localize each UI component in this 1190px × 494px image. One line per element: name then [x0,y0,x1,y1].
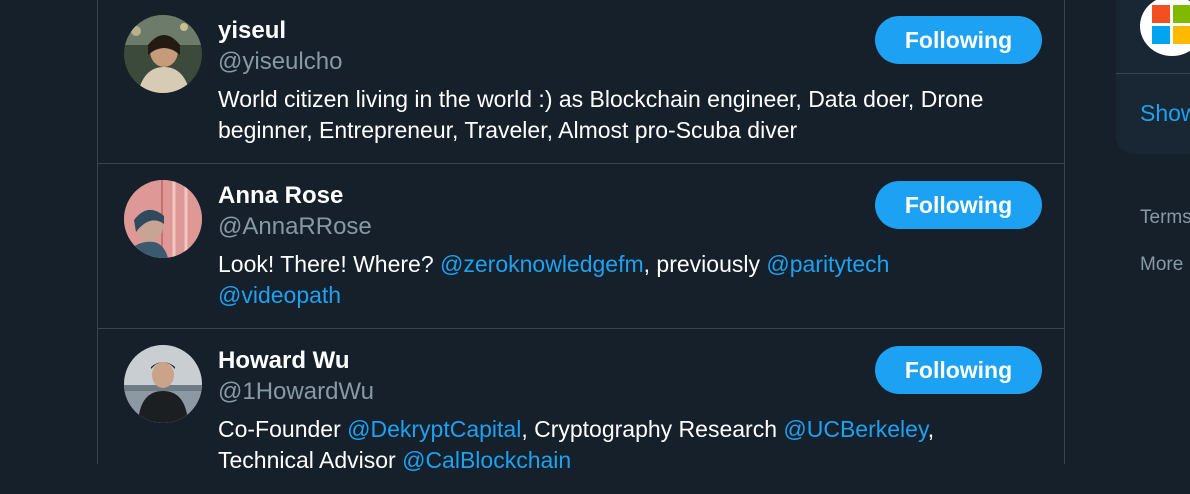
user-bio: World citizen living in the world :) as … [218,84,1018,146]
mention-link[interactable]: @paritytech [766,251,889,277]
following-button[interactable]: Following [875,346,1042,394]
mention-link[interactable]: @CalBlockchain [402,447,571,473]
footer-more-link[interactable]: More [1140,254,1183,276]
avatar[interactable] [124,15,202,93]
divider [1116,73,1190,74]
mention-link[interactable]: @UCBerkeley [783,416,927,442]
user-name[interactable]: yiseul [218,16,286,46]
mention-link[interactable]: @zeroknowledgefm [440,251,644,277]
bio-text: , previously [643,251,767,277]
mention-link[interactable]: @videopath [218,282,341,308]
user-bio: Look! There! Where? @zeroknowledgefm, pr… [218,249,1018,311]
following-button[interactable]: Following [875,181,1042,229]
user-bio: Co-Founder @DekryptCapital, Cryptography… [218,414,1018,476]
user-name[interactable]: Howard Wu [218,346,350,376]
avatar[interactable] [124,180,202,258]
bio-text: World citizen living in the world :) as … [218,86,984,143]
footer-terms-link[interactable]: Terms [1140,207,1190,229]
bio-text: , [927,416,935,442]
user-handle[interactable]: @yiseulcho [218,47,342,77]
user-cell[interactable]: Anna Rose @AnnaRRose Following Look! The… [98,165,1064,329]
bio-text: , Cryptography Research [521,416,784,442]
following-button[interactable]: Following [875,16,1042,64]
user-cell[interactable]: Howard Wu @1HowardWu Following Co-Founde… [98,330,1064,494]
user-handle[interactable]: @1HowardWu [218,377,374,407]
following-list: yiseul @yiseulcho Following World citize… [97,0,1065,473]
user-handle[interactable]: @AnnaRRose [218,212,372,242]
show-more-link[interactable]: Show [1140,100,1190,127]
bio-text: Co-Founder [218,416,348,442]
user-name[interactable]: Anna Rose [218,181,343,211]
bio-text: Technical Advisor [218,447,403,473]
bio-text: Look! There! Where? [218,251,441,277]
mention-link[interactable]: @DekryptCapital [347,416,521,442]
microsoft-logo-icon [1152,5,1190,45]
avatar[interactable] [124,345,202,423]
user-cell[interactable]: yiseul @yiseulcho Following World citize… [98,0,1064,164]
